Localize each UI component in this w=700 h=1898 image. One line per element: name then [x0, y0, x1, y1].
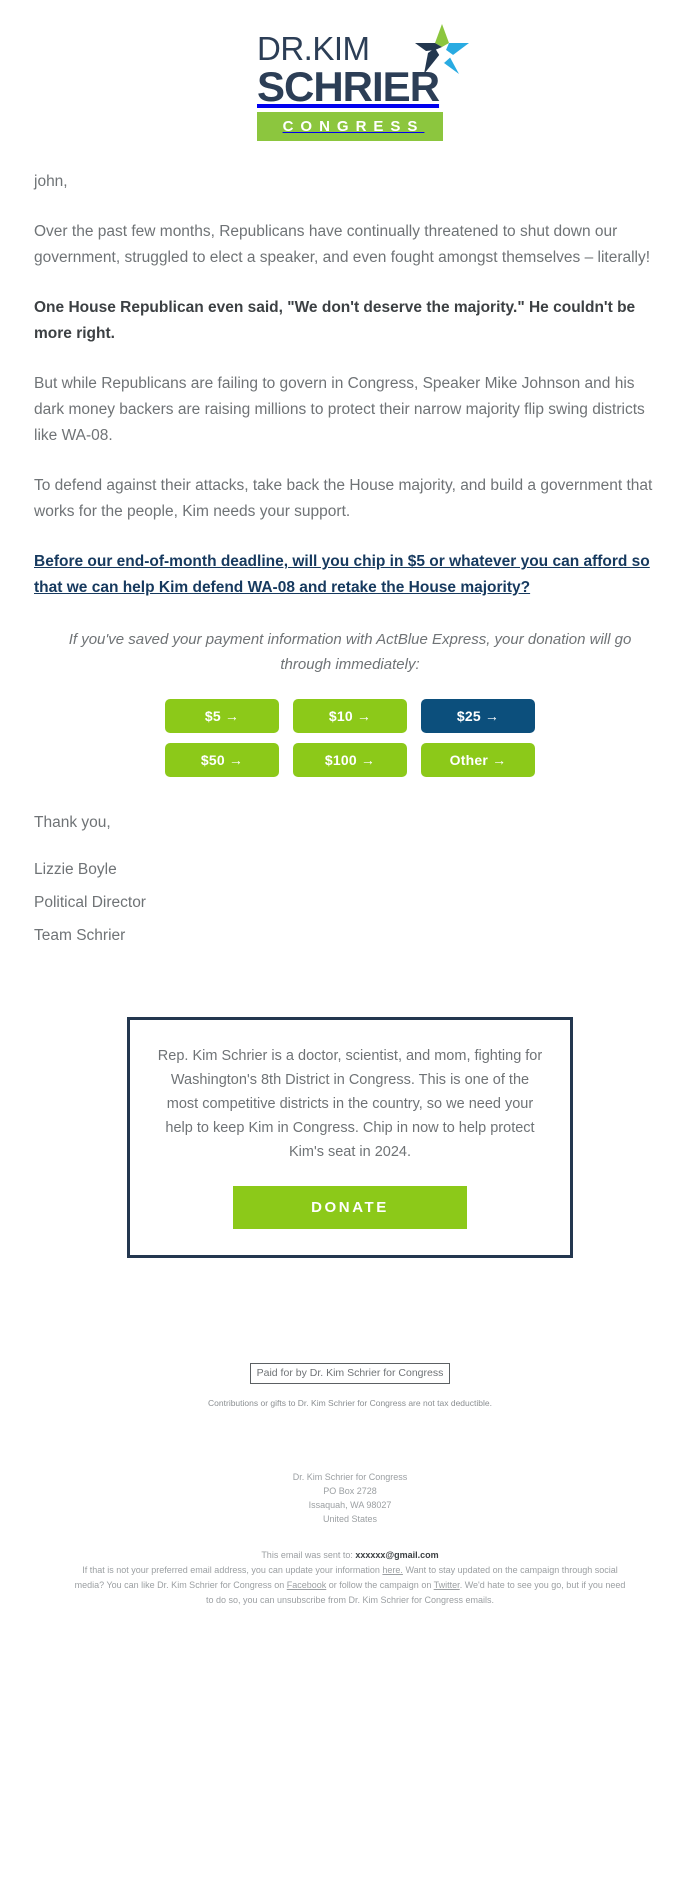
- greeting: john,: [34, 173, 68, 190]
- email-content: john, Over the past few months, Republic…: [0, 159, 700, 947]
- paragraph-2-bold: One House Republican even said, "We don'…: [34, 299, 636, 342]
- paragraph-1: Over the past few months, Republicans ha…: [34, 223, 651, 266]
- logo-top-row: DR.KIM: [257, 24, 469, 74]
- callout-box: Rep. Kim Schrier is a doctor, scientist,…: [127, 1017, 573, 1258]
- donation-amount-row-1: $5 → $10 → $25 →: [165, 699, 535, 733]
- donate-amount-other-button[interactable]: Other →: [421, 743, 535, 777]
- paragraph-4: To defend against their attacks, take ba…: [34, 477, 653, 520]
- donation-amount-row-2: $50 → $100 → Other →: [165, 743, 535, 777]
- donate-amount-50-button[interactable]: $50 →: [165, 743, 279, 777]
- unsubscribe-text: If that is not your preferred email addr…: [72, 1563, 628, 1608]
- logo-link[interactable]: DR.KIM SCHRIER CONGRESS: [257, 24, 469, 141]
- donate-button[interactable]: DONATE: [233, 1186, 467, 1229]
- callout-section: Rep. Kim Schrier is a doctor, scientist,…: [0, 957, 700, 1258]
- signature-name: Lizzie Boyle: [34, 861, 117, 878]
- address-org: Dr. Kim Schrier for Congress: [292, 1472, 408, 1482]
- twitter-link[interactable]: Twitter: [434, 1580, 460, 1590]
- signature-title: Political Director: [34, 894, 146, 911]
- unsub-text-3: or follow the campaign on: [326, 1580, 434, 1590]
- footer-spacer: [30, 1608, 670, 1708]
- unsubscribe-block: This email was sent to: xxxxxx@gmail.com…: [30, 1548, 670, 1608]
- cta-link[interactable]: Before our end-of-month deadline, will y…: [34, 553, 650, 596]
- sent-to-label: This email was sent to:: [261, 1550, 356, 1560]
- donate-amount-25-button[interactable]: $25 →: [421, 699, 535, 733]
- paragraph-3: But while Republicans are failing to gov…: [34, 375, 645, 444]
- donate-amount-10-button[interactable]: $10 →: [293, 699, 407, 733]
- sent-to-line: This email was sent to: xxxxxx@gmail.com: [72, 1548, 628, 1563]
- email-body: DR.KIM SCHRIER CONGRESS john, Over the p…: [0, 0, 700, 1708]
- recipient-email: xxxxxx@gmail.com: [355, 1550, 439, 1560]
- address-city: Issaquah, WA 98027: [308, 1500, 392, 1510]
- logo-congress-bar: CONGRESS: [257, 112, 443, 141]
- star-icon: [415, 24, 469, 74]
- update-info-link[interactable]: here.: [382, 1565, 403, 1575]
- signoff: Thank you,: [34, 814, 111, 831]
- address-pobox: PO Box 2728: [323, 1486, 377, 1496]
- donate-amount-100-button[interactable]: $100 →: [293, 743, 407, 777]
- email-footer: Paid for by Dr. Kim Schrier for Congress…: [0, 1258, 700, 1708]
- donate-amount-5-button[interactable]: $5 →: [165, 699, 279, 733]
- paid-for-disclaimer: Paid for by Dr. Kim Schrier for Congress: [249, 1363, 451, 1384]
- tax-deductible-note: Contributions or gifts to Dr. Kim Schrie…: [208, 1398, 492, 1408]
- facebook-link[interactable]: Facebook: [287, 1580, 327, 1590]
- donation-amount-grid: $5 → $10 → $25 → $50 → $100 → Other →: [165, 699, 535, 777]
- signature-team: Team Schrier: [34, 927, 126, 944]
- logo-drkim-text: DR.KIM: [257, 30, 370, 67]
- actblue-express-note: If you've saved your payment information…: [68, 631, 632, 673]
- mailing-address: Dr. Kim Schrier for Congress PO Box 2728…: [30, 1470, 670, 1526]
- address-country: United States: [322, 1514, 378, 1524]
- callout-text: Rep. Kim Schrier is a doctor, scientist,…: [157, 1048, 543, 1160]
- cta-paragraph: Before our end-of-month deadline, will y…: [34, 549, 666, 601]
- email-header: DR.KIM SCHRIER CONGRESS: [0, 0, 700, 159]
- unsub-text-1: If that is not your preferred email addr…: [82, 1565, 383, 1575]
